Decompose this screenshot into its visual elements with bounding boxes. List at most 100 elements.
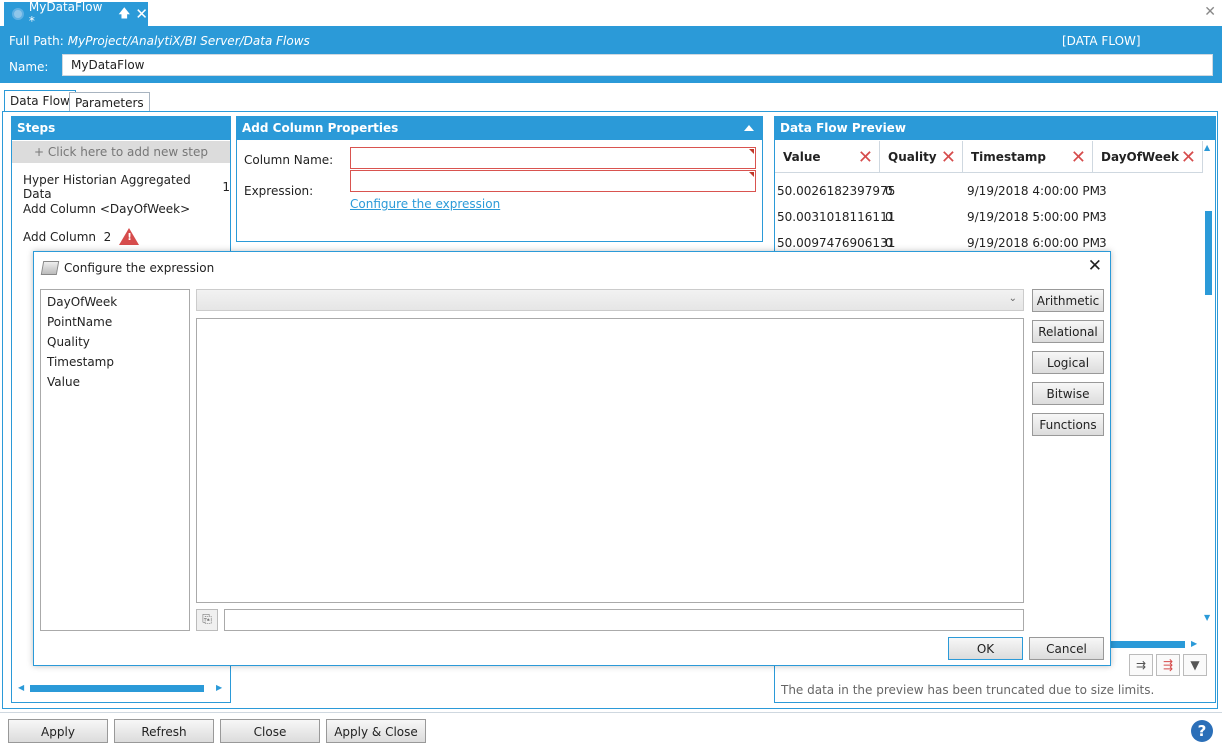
remove-column-icon[interactable]: ✕ bbox=[941, 147, 956, 168]
scroll-up-icon[interactable]: ▲ bbox=[1204, 143, 1210, 152]
scroll-thumb[interactable] bbox=[30, 685, 204, 692]
column-name-input[interactable] bbox=[350, 147, 756, 169]
list-item[interactable]: Value bbox=[47, 375, 80, 389]
refresh-button[interactable]: Refresh bbox=[114, 719, 214, 743]
configure-expression-link[interactable]: Configure the expression bbox=[350, 197, 500, 211]
function-combo[interactable]: ⌄ bbox=[196, 289, 1024, 311]
remove-column-icon[interactable]: ✕ bbox=[858, 147, 873, 168]
cell-timestamp: 9/19/2018 5:00:00 PM bbox=[967, 210, 1101, 224]
apply-close-button[interactable]: Apply & Close bbox=[326, 719, 426, 743]
bitwise-button[interactable]: Bitwise bbox=[1032, 382, 1104, 405]
preview-grid-header: Value ✕ Quality ✕ Timestamp ✕ DayOfWeek ✕ bbox=[775, 141, 1203, 173]
dialog-close-icon[interactable]: ✕ bbox=[1088, 256, 1102, 276]
column-header-timestamp[interactable]: Timestamp ✕ bbox=[963, 141, 1093, 173]
column-header-quality[interactable]: Quality ✕ bbox=[880, 141, 963, 173]
subtabs: Data Flow Parameters bbox=[0, 90, 1222, 112]
column-header-value[interactable]: Value ✕ bbox=[775, 141, 880, 173]
arithmetic-button[interactable]: Arithmetic bbox=[1032, 289, 1104, 312]
step-item[interactable]: Add Column 2 ! bbox=[23, 228, 140, 245]
scroll-thumb[interactable] bbox=[1111, 641, 1185, 648]
collapse-icon[interactable] bbox=[744, 125, 754, 131]
step-item[interactable]: Hyper Historian Aggregated Data 1 bbox=[23, 173, 230, 201]
preview-vertical-scrollbar[interactable]: ▲ ▼ bbox=[1203, 143, 1213, 623]
cell-dayofweek: 3 bbox=[1099, 184, 1107, 198]
apply-button[interactable]: Apply bbox=[8, 719, 108, 743]
document-tab[interactable]: MyDataFlow * 🡅 ✕ bbox=[4, 0, 148, 28]
cell-dayofweek: 3 bbox=[1099, 236, 1107, 250]
steps-title: Steps bbox=[11, 116, 231, 140]
properties-panel: Add Column Properties Column Name: Expre… bbox=[236, 116, 763, 242]
insert-icon[interactable]: ⎘ bbox=[196, 609, 218, 631]
window-close-icon[interactable]: ✕ bbox=[1204, 4, 1216, 20]
scroll-right-icon[interactable]: ▶ bbox=[216, 683, 222, 692]
warning-icon: ! bbox=[119, 228, 140, 245]
scroll-left-icon[interactable]: ◀ bbox=[18, 683, 24, 692]
tab-parameters[interactable]: Parameters bbox=[69, 92, 150, 111]
add-step-button[interactable]: + Click here to add new step bbox=[12, 141, 230, 163]
close-button[interactable]: Close bbox=[220, 719, 320, 743]
step-item[interactable]: Add Column <DayOfWeek> bbox=[23, 202, 190, 216]
logical-button[interactable]: Logical bbox=[1032, 351, 1104, 374]
preview-horizontal-scrollbar[interactable]: ▶ bbox=[1111, 639, 1201, 649]
functions-button[interactable]: Functions bbox=[1032, 413, 1104, 436]
column-header-dayofweek[interactable]: DayOfWeek ✕ bbox=[1093, 141, 1203, 173]
scroll-thumb[interactable] bbox=[1205, 211, 1212, 295]
step-label: Add Column <DayOfWeek> bbox=[23, 202, 191, 216]
cell-quality: 0 bbox=[885, 184, 893, 198]
expression-preview-field[interactable] bbox=[224, 609, 1024, 631]
remove-column-icon[interactable]: ⇶ bbox=[1156, 654, 1180, 676]
properties-title: Add Column Properties bbox=[236, 116, 763, 140]
cell-timestamp: 9/19/2018 6:00:00 PM bbox=[967, 236, 1101, 250]
expression-editor[interactable] bbox=[196, 318, 1024, 603]
header-bar: Full Path: MyProject/AnalytiX/BI Server/D… bbox=[0, 26, 1222, 83]
column-header-label: DayOfWeek bbox=[1101, 150, 1179, 164]
warning-glyph: ! bbox=[127, 232, 132, 243]
full-path-value: MyProject/AnalytiX/BI Server/Data Flows bbox=[67, 34, 310, 48]
dataflow-gear-icon bbox=[12, 8, 24, 20]
help-icon[interactable]: ? bbox=[1191, 720, 1213, 742]
step-label: Add Column bbox=[23, 229, 97, 244]
cancel-button[interactable]: Cancel bbox=[1029, 637, 1104, 660]
configure-expression-dialog: Configure the expression ✕ DayOfWeek Poi… bbox=[33, 251, 1111, 666]
cell-quality: 0 bbox=[885, 236, 893, 250]
column-list: DayOfWeek PointName Quality Timestamp Va… bbox=[40, 289, 190, 631]
list-item[interactable]: Timestamp bbox=[47, 355, 114, 369]
chevron-down-icon[interactable]: ⌄ bbox=[1009, 293, 1017, 304]
expression-input[interactable] bbox=[350, 170, 756, 192]
cell-value: 50.0097476906131 bbox=[777, 236, 896, 250]
tab-close-icon[interactable]: ✕ bbox=[135, 5, 148, 23]
remove-column-icon[interactable]: ✕ bbox=[1181, 147, 1196, 168]
ok-button[interactable]: OK bbox=[948, 637, 1023, 660]
scroll-right-icon[interactable]: ▶ bbox=[1191, 639, 1197, 648]
full-path: Full Path: MyProject/AnalytiX/BI Server/D… bbox=[9, 34, 310, 48]
full-path-label: Full Path: bbox=[9, 34, 64, 48]
scroll-down-icon[interactable]: ▼ bbox=[1204, 613, 1210, 622]
remove-column-icon[interactable]: ✕ bbox=[1071, 147, 1086, 168]
document-tabbar: MyDataFlow * 🡅 ✕ ✕ bbox=[0, 0, 1222, 28]
preview-title: Data Flow Preview bbox=[774, 116, 1216, 140]
add-column-icon[interactable]: ⇉ bbox=[1129, 654, 1153, 676]
column-header-label: Timestamp bbox=[971, 150, 1047, 164]
expression-editor-icon bbox=[40, 261, 60, 275]
relational-button[interactable]: Relational bbox=[1032, 320, 1104, 343]
cell-timestamp: 9/19/2018 4:00:00 PM bbox=[967, 184, 1101, 198]
filter-icon[interactable]: ▼ bbox=[1183, 654, 1207, 676]
tab-data-flow[interactable]: Data Flow bbox=[4, 90, 76, 112]
expression-label: Expression: bbox=[244, 184, 314, 198]
name-input[interactable]: MyDataFlow bbox=[62, 54, 1213, 76]
list-item[interactable]: Quality bbox=[47, 335, 90, 349]
list-item[interactable]: DayOfWeek bbox=[47, 295, 117, 309]
column-header-label: Quality bbox=[888, 150, 937, 164]
step-count: 2 bbox=[103, 229, 112, 244]
step-label: Hyper Historian Aggregated Data bbox=[23, 173, 191, 201]
type-badge: [DATA FLOW] bbox=[1062, 34, 1141, 48]
pin-icon[interactable]: 🡅 bbox=[118, 4, 130, 25]
dialog-title: Configure the expression bbox=[64, 261, 215, 275]
cell-value: 50.0026182397975 bbox=[777, 184, 896, 198]
cell-dayofweek: 3 bbox=[1099, 210, 1107, 224]
name-label: Name: bbox=[9, 60, 49, 74]
document-tab-title: MyDataFlow * bbox=[28, 0, 103, 28]
list-item[interactable]: PointName bbox=[47, 315, 112, 329]
column-header-label: Value bbox=[783, 150, 821, 164]
steps-horizontal-scrollbar[interactable]: ◀ ▶ bbox=[18, 683, 224, 693]
